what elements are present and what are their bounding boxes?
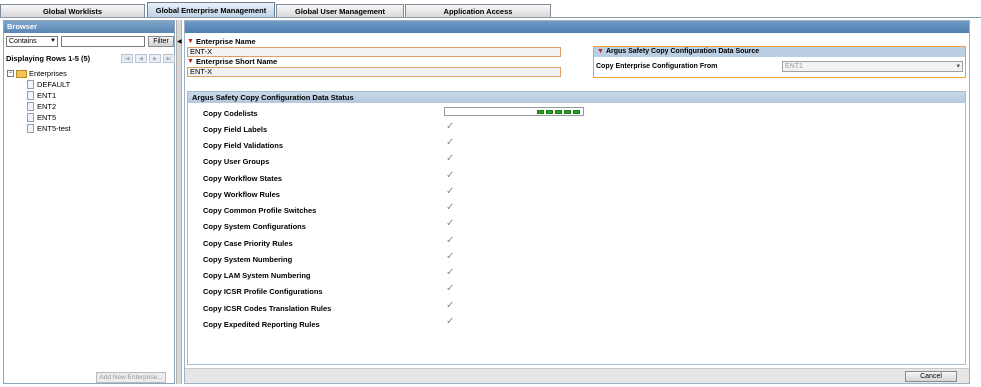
main-panel: ▼ Enterprise Name ENT-X ▼ Enterprise Sho…	[184, 20, 970, 384]
progress-segment	[537, 110, 544, 114]
tree-item-label: ENT1	[37, 91, 57, 100]
document-icon	[27, 80, 34, 89]
document-icon	[27, 124, 34, 133]
status-row: Copy Workflow States	[203, 174, 283, 183]
codelists-progress-bar	[444, 107, 584, 116]
pager: |◀ ◀ ▶ ▶|	[121, 54, 175, 63]
required-icon: ▼	[187, 38, 194, 45]
filter-mode-select[interactable]: Contains ▼	[6, 36, 58, 47]
document-icon	[27, 91, 34, 100]
folder-icon	[16, 69, 27, 78]
data-source-box: ▼ Argus Safety Copy Configuration Data S…	[593, 46, 966, 78]
required-icon: ▼	[597, 48, 604, 55]
checkmark-icon: ✓	[446, 251, 455, 262]
checkmark-icon: ✓	[446, 170, 455, 181]
filter-row: Contains ▼ Filter	[6, 36, 174, 47]
copy-from-value: ENT1	[785, 63, 803, 70]
browser-title: Browser	[4, 21, 174, 33]
enterprise-short-name-label: ▼ Enterprise Short Name	[187, 57, 277, 66]
filter-button[interactable]: Filter	[148, 36, 174, 47]
status-row: Copy Case Priority Rules	[203, 239, 293, 248]
label-text: Enterprise Name	[195, 37, 256, 46]
tree-item-label: ENT2	[37, 102, 57, 111]
progress-segment	[546, 110, 553, 114]
status-row: Copy System Numbering	[203, 255, 293, 264]
document-icon	[27, 113, 34, 122]
prev-page-icon[interactable]: ◀	[135, 54, 147, 63]
status-row: Copy Common Profile Switches	[203, 206, 317, 215]
rows-count-label: Displaying Rows 1-5 (5)	[6, 54, 91, 63]
document-icon	[27, 102, 34, 111]
chevron-down-icon: ▾	[956, 63, 960, 70]
footer-bar: Cancel	[185, 368, 969, 383]
tree-item-default[interactable]: DEFAULT	[27, 80, 70, 89]
collapse-icon[interactable]: −	[7, 70, 14, 77]
status-row: Copy Field Validations	[203, 141, 284, 150]
tree-item-label: ENT5-test	[37, 124, 71, 133]
tree-item-label: DEFAULT	[37, 80, 71, 89]
status-row: Copy System Configurations	[203, 222, 306, 231]
enterprise-short-name-field[interactable]: ENT-X	[187, 67, 561, 77]
checkmark-icon: ✓	[446, 267, 455, 278]
next-page-icon[interactable]: ▶	[149, 54, 161, 63]
add-new-enterprise-button[interactable]: Add New Enterprise...	[96, 372, 166, 383]
label-text: Enterprise Short Name	[195, 57, 278, 66]
checkmark-icon: ✓	[446, 235, 455, 246]
tree-root[interactable]: − Enterprises	[7, 69, 67, 78]
tree-item-label: ENT5	[37, 113, 57, 122]
tab-global-worklists[interactable]: Global Worklists	[0, 4, 145, 18]
checkmark-icon: ✓	[446, 300, 455, 311]
enterprise-name-label: ▼ Enterprise Name	[187, 37, 256, 46]
last-page-icon[interactable]: ▶|	[163, 54, 175, 63]
checkmark-icon: ✓	[446, 283, 455, 294]
filter-input[interactable]	[61, 36, 145, 47]
tab-application-access[interactable]: Application Access	[405, 4, 551, 18]
copy-status-box: Argus Safety Copy Configuration Data Sta…	[187, 91, 966, 365]
tree-root-label: Enterprises	[29, 69, 67, 78]
status-row: Copy ICSR Profile Configurations	[203, 287, 323, 296]
top-tab-bar: Global Worklists Global Enterprise Manag…	[0, 0, 981, 18]
checkmark-icon: ✓	[446, 186, 455, 197]
tab-global-user-management[interactable]: Global User Management	[276, 4, 404, 18]
tree-item-ent5[interactable]: ENT5	[27, 113, 56, 122]
first-page-icon[interactable]: |◀	[121, 54, 133, 63]
status-row: Copy LAM System Numbering	[203, 271, 311, 280]
cancel-button[interactable]: Cancel	[905, 371, 957, 382]
tab-global-enterprise-management[interactable]: Global Enterprise Management	[147, 2, 275, 18]
required-icon: ▼	[187, 58, 194, 65]
status-row: Copy Field Labels	[203, 125, 268, 134]
status-row-codelists: Copy Codelists	[203, 109, 258, 118]
main-header-bar	[185, 21, 969, 33]
panel-splitter[interactable]: ◀	[176, 20, 182, 384]
status-row: Copy Workflow Rules	[203, 190, 280, 199]
status-row: Copy User Groups	[203, 157, 270, 166]
browser-panel: Browser Contains ▼ Filter Displaying Row…	[3, 20, 175, 384]
tree-item-ent2[interactable]: ENT2	[27, 102, 56, 111]
chevron-down-icon: ▼	[50, 38, 56, 44]
collapse-arrow-icon[interactable]: ◀	[177, 38, 182, 45]
label-text: Argus Safety Copy Configuration Data Sou…	[605, 48, 760, 55]
checkmark-icon: ✓	[446, 121, 455, 132]
copy-status-title: Argus Safety Copy Configuration Data Sta…	[188, 92, 965, 103]
checkmark-icon: ✓	[446, 218, 455, 229]
tree-item-ent1[interactable]: ENT1	[27, 91, 56, 100]
progress-segment	[555, 110, 562, 114]
filter-mode-value: Contains	[9, 38, 37, 45]
checkmark-icon: ✓	[446, 137, 455, 148]
checkmark-icon: ✓	[446, 153, 455, 164]
checkmark-icon: ✓	[446, 316, 455, 327]
status-row: Copy ICSR Codes Translation Rules	[203, 304, 332, 313]
checkmark-icon: ✓	[446, 202, 455, 213]
tab-divider	[0, 17, 981, 18]
copy-from-label: Copy Enterprise Configuration From	[596, 63, 718, 70]
progress-segment	[564, 110, 571, 114]
status-row: Copy Expedited Reporting Rules	[203, 320, 320, 329]
copy-from-select[interactable]: ENT1 ▾	[782, 61, 963, 72]
enterprise-name-field[interactable]: ENT-X	[187, 47, 561, 57]
tree-item-ent5-test[interactable]: ENT5-test	[27, 124, 71, 133]
data-source-title: ▼ Argus Safety Copy Configuration Data S…	[594, 47, 965, 57]
progress-segment	[573, 110, 580, 114]
